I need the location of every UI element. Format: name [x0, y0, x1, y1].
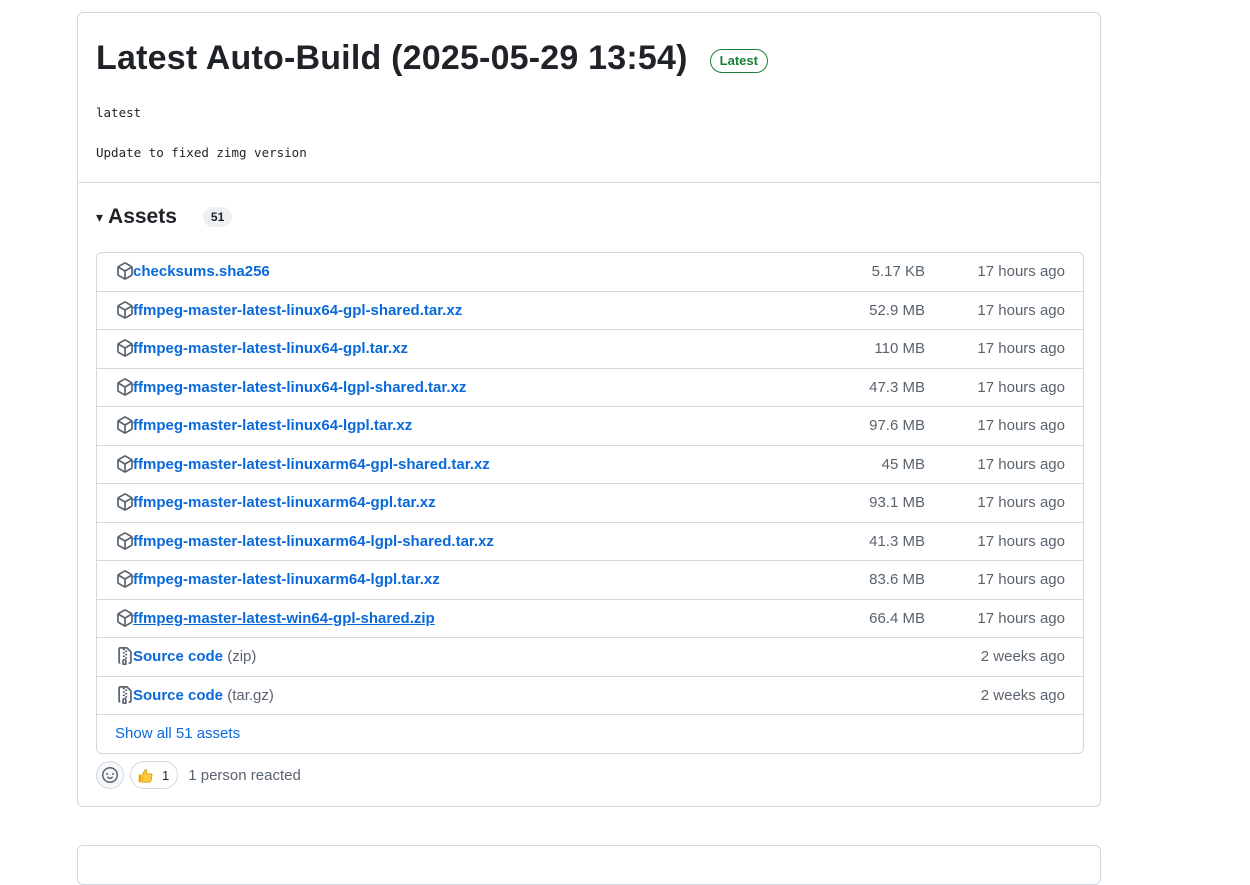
- thumbs-up-reaction-button[interactable]: 1: [130, 761, 179, 789]
- release-title[interactable]: Latest Auto-Build (2025-05-29 13:54): [96, 39, 688, 78]
- asset-time: 17 hours ago: [977, 571, 1065, 589]
- package-icon: [117, 570, 133, 588]
- source-format: (tar.gz): [227, 686, 274, 704]
- package-icon: [117, 454, 133, 473]
- reactions-summary: 1 person reacted: [188, 766, 301, 784]
- asset-link[interactable]: ffmpeg-master-latest-win64-gpl-shared.zi…: [133, 610, 435, 627]
- source-row: Source code (zip) 2 weeks ago: [97, 638, 1083, 677]
- asset-link[interactable]: ffmpeg-master-latest-linux64-gpl.tar.xz: [133, 340, 408, 357]
- source-link[interactable]: Source code (tar.gz): [133, 687, 274, 704]
- asset-size: 52.9 MB: [869, 301, 925, 319]
- asset-size: 97.6 MB: [869, 417, 925, 435]
- asset-size: 83.6 MB: [869, 571, 925, 589]
- package-icon: [117, 262, 133, 280]
- asset-time: 17 hours ago: [977, 340, 1065, 358]
- asset-link[interactable]: ffmpeg-master-latest-linuxarm64-lgpl-sha…: [133, 533, 494, 550]
- asset-time: 2 weeks ago: [980, 648, 1065, 666]
- show-all-row: Show all 51 assets: [97, 715, 1083, 753]
- asset-time: 17 hours ago: [977, 455, 1065, 473]
- next-release-card: [77, 845, 1101, 885]
- smiley-icon: [102, 767, 118, 783]
- asset-time: 17 hours ago: [977, 378, 1065, 396]
- asset-link[interactable]: checksums.sha256: [133, 263, 270, 280]
- asset-size: 93.1 MB: [869, 494, 925, 512]
- assets-count-badge: 51: [202, 207, 233, 227]
- source-label: Source code: [133, 648, 224, 666]
- release-card: Latest Auto-Build (2025-05-29 13:54) Lat…: [77, 12, 1101, 807]
- assets-list: checksums.sha256 5.17 KB 17 hours ago ff…: [96, 252, 1084, 754]
- asset-row: ffmpeg-master-latest-win64-gpl-shared.zi…: [97, 600, 1083, 638]
- release-tag: latest: [96, 105, 142, 120]
- assets-heading: Assets: [108, 205, 177, 228]
- package-icon: [117, 608, 133, 627]
- asset-time: 17 hours ago: [977, 263, 1065, 281]
- asset-time: 17 hours ago: [977, 494, 1065, 512]
- asset-row: ffmpeg-master-latest-linux64-lgpl-shared…: [97, 369, 1083, 407]
- asset-row: ffmpeg-master-latest-linuxarm64-lgpl.tar…: [97, 561, 1083, 600]
- package-icon: [117, 493, 133, 511]
- asset-row: checksums.sha256 5.17 KB 17 hours ago: [97, 253, 1083, 292]
- source-format: (zip): [227, 648, 257, 666]
- package-icon: [117, 300, 133, 319]
- asset-time: 17 hours ago: [977, 301, 1065, 319]
- caret-down-icon: ▾: [96, 208, 104, 225]
- latest-badge: Latest: [709, 48, 768, 73]
- asset-size: 110 MB: [874, 340, 925, 358]
- asset-size: 45 MB: [881, 455, 925, 473]
- asset-link[interactable]: ffmpeg-master-latest-linux64-gpl-shared.…: [133, 302, 462, 319]
- asset-row: ffmpeg-master-latest-linux64-gpl-shared.…: [97, 292, 1083, 330]
- release-header: Latest Auto-Build (2025-05-29 13:54) Lat…: [78, 13, 1100, 183]
- asset-row: ffmpeg-master-latest-linuxarm64-gpl-shar…: [97, 446, 1083, 484]
- show-all-assets-link[interactable]: Show all 51 assets: [115, 725, 240, 742]
- asset-link[interactable]: ffmpeg-master-latest-linuxarm64-gpl.tar.…: [133, 494, 436, 511]
- asset-size: 5.17 KB: [871, 263, 925, 281]
- asset-size: 66.4 MB: [869, 609, 925, 627]
- asset-link[interactable]: ffmpeg-master-latest-linux64-lgpl-shared…: [133, 379, 466, 396]
- package-icon: [117, 531, 133, 550]
- source-row: Source code (tar.gz) 2 weeks ago: [97, 677, 1083, 715]
- asset-row: ffmpeg-master-latest-linuxarm64-gpl.tar.…: [97, 484, 1083, 523]
- asset-row: ffmpeg-master-latest-linux64-gpl.tar.xz …: [97, 330, 1083, 369]
- package-icon: [117, 416, 133, 434]
- source-label: Source code: [133, 686, 224, 704]
- asset-link[interactable]: ffmpeg-master-latest-linuxarm64-gpl-shar…: [133, 456, 490, 473]
- file-zip-icon: [118, 685, 132, 704]
- asset-row: ffmpeg-master-latest-linux64-lgpl.tar.xz…: [97, 407, 1083, 446]
- file-zip-icon: [118, 647, 132, 665]
- asset-time: 17 hours ago: [977, 609, 1065, 627]
- asset-row: ffmpeg-master-latest-linuxarm64-lgpl-sha…: [97, 523, 1083, 561]
- package-icon: [117, 377, 133, 396]
- release-notes: Update to fixed zimg version: [96, 145, 307, 160]
- asset-time: 17 hours ago: [977, 417, 1065, 435]
- assets-toggle[interactable]: ▾ Assets 51: [96, 205, 233, 229]
- asset-size: 41.3 MB: [869, 532, 925, 550]
- thumbs-up-icon: [138, 768, 153, 783]
- package-icon: [117, 339, 133, 357]
- asset-size: 47.3 MB: [869, 378, 925, 396]
- reactions-bar: 1 1 person reacted: [96, 761, 301, 789]
- thumbs-up-count: 1: [162, 767, 170, 783]
- source-link[interactable]: Source code (zip): [133, 648, 256, 665]
- asset-time: 2 weeks ago: [980, 686, 1065, 704]
- add-reaction-button[interactable]: [96, 761, 124, 789]
- asset-time: 17 hours ago: [977, 532, 1065, 550]
- asset-link[interactable]: ffmpeg-master-latest-linuxarm64-lgpl.tar…: [133, 571, 440, 588]
- title-row: Latest Auto-Build (2025-05-29 13:54) Lat…: [96, 39, 768, 78]
- asset-link[interactable]: ffmpeg-master-latest-linux64-lgpl.tar.xz: [133, 417, 412, 434]
